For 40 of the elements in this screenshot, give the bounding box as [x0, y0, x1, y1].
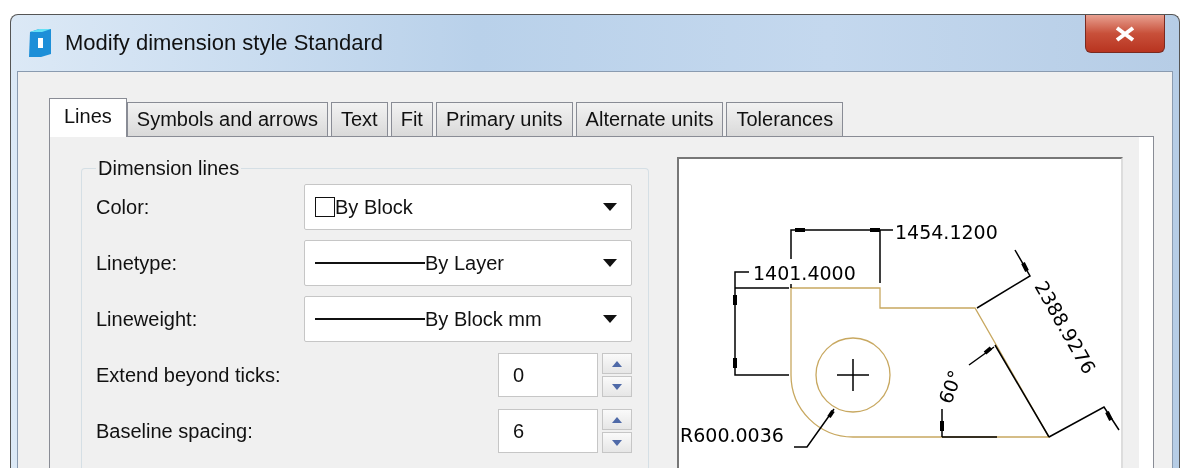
- caret-icon: [603, 203, 617, 211]
- down-arrow-icon: [612, 383, 622, 390]
- tab[interactable]: Fit: [390, 102, 433, 137]
- tab[interactable]: Tolerances: [726, 102, 844, 137]
- spin-down-button[interactable]: [602, 376, 632, 397]
- close-icon: [1114, 25, 1136, 42]
- tab[interactable]: Lines: [49, 98, 127, 137]
- group-title: Dimension lines: [97, 157, 241, 180]
- field-label: Color:: [96, 195, 151, 219]
- color-swatch: [315, 197, 335, 217]
- field-label: Lineweight:: [96, 307, 199, 331]
- down-arrow-icon: [612, 439, 622, 446]
- center-mark-icon: [836, 358, 870, 392]
- spin-down-button[interactable]: [602, 432, 632, 453]
- dimension-text: 1401.4000: [753, 262, 856, 284]
- tab[interactable]: Symbols and arrows: [126, 102, 328, 137]
- tab[interactable]: Primary units: [435, 102, 573, 137]
- number-field[interactable]: 0: [498, 353, 598, 397]
- tab[interactable]: Text: [331, 102, 388, 137]
- window-title: Modify dimension style Standard: [65, 30, 384, 56]
- number-field[interactable]: 6: [498, 409, 598, 453]
- caret-icon: [603, 259, 617, 267]
- dimension-text: R600.0036: [680, 424, 784, 446]
- dropdown[interactable]: By Block mm: [304, 296, 632, 342]
- close-button[interactable]: [1085, 15, 1165, 53]
- up-arrow-icon: [612, 416, 622, 423]
- field-label: Baseline spacing:: [96, 419, 254, 443]
- dropdown[interactable]: By Block: [304, 184, 632, 230]
- spin-up-button[interactable]: [602, 353, 632, 374]
- up-arrow-icon: [612, 360, 622, 367]
- app-icon: [27, 28, 53, 58]
- caret-icon: [603, 315, 617, 323]
- dimension-text: 60°: [934, 367, 967, 407]
- dropdown[interactable]: By Layer: [304, 240, 632, 286]
- leader-line: [793, 408, 835, 448]
- field-label: Extend beyond ticks:: [96, 363, 282, 387]
- field-label: Linetype:: [96, 251, 179, 275]
- dimension-text: 1454.1200: [895, 221, 998, 243]
- tab[interactable]: Alternate units: [575, 102, 724, 137]
- spin-up-button[interactable]: [602, 409, 632, 430]
